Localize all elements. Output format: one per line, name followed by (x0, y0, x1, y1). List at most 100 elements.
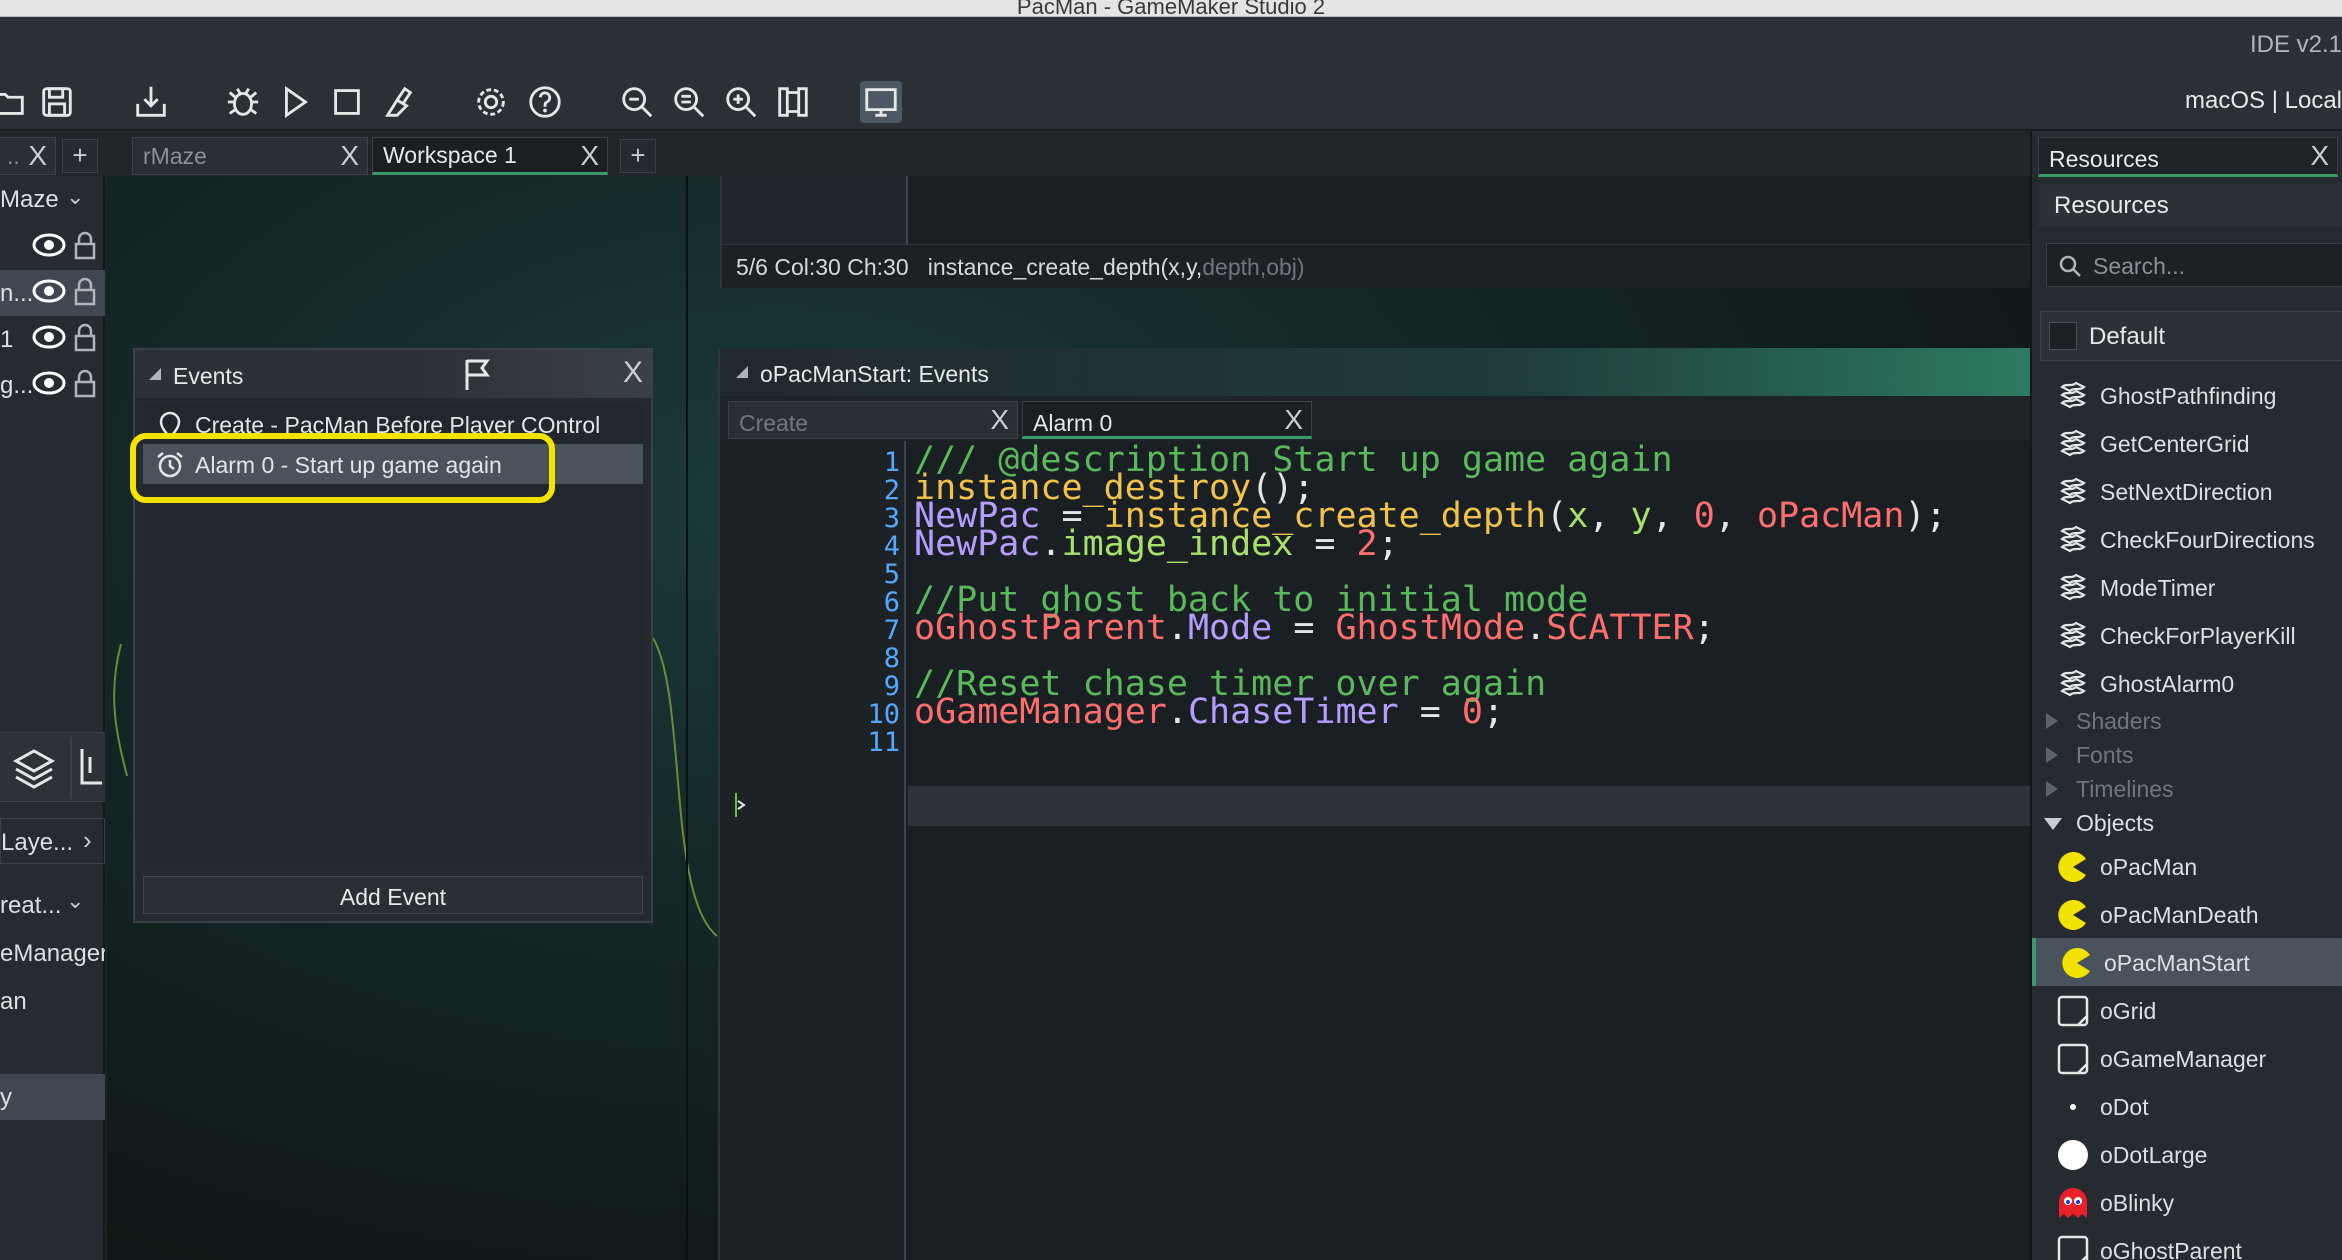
line-number: 11 (867, 727, 900, 758)
resource-object[interactable]: oPacMan (2032, 842, 2342, 890)
resource-script[interactable]: ModeTimer (2032, 563, 2342, 611)
zoom-reset-icon[interactable] (668, 81, 710, 123)
resource-label: ModeTimer (2100, 575, 2216, 601)
tab-create[interactable]: Create X (728, 401, 1018, 439)
tab-rmaze[interactable]: rMaze X (132, 137, 368, 175)
lock-icon[interactable] (74, 368, 96, 398)
close-icon[interactable]: X (623, 356, 643, 390)
layer-row[interactable]: 1 (0, 316, 105, 362)
monitor-icon[interactable] (860, 81, 902, 123)
clean-icon[interactable] (378, 81, 420, 123)
resource-folder[interactable]: Fonts (2032, 738, 2342, 772)
run-icon[interactable] (274, 81, 316, 123)
chevron-down-icon: ⌄ (66, 888, 85, 913)
layers-icon[interactable] (10, 745, 58, 793)
expand-icon[interactable] (2046, 713, 2058, 729)
tab-alarm-0[interactable]: Alarm 0X (1022, 401, 1312, 439)
resource-folder-objects[interactable]: Objects (2032, 806, 2342, 840)
resource-script[interactable]: CheckForPlayerKill (2032, 611, 2342, 659)
create-dropdown[interactable]: reat... ⌄ (0, 882, 105, 928)
target-platform-label[interactable]: macOS | Local (2185, 87, 2342, 115)
open-icon[interactable] (0, 81, 30, 123)
code-line[interactable]: oGameManager.ChaseTimer = 0; (914, 691, 1504, 733)
stop-icon[interactable] (326, 81, 368, 123)
resource-object[interactable]: oBlinky (2032, 1178, 2342, 1226)
zoom-in-icon[interactable] (720, 81, 762, 123)
code-line[interactable]: oGhostParent.Mode = GhostMode.SCATTER; (914, 607, 1715, 649)
instance-row[interactable]: eManager (0, 930, 105, 976)
object-outline-icon (2056, 1234, 2090, 1260)
tab-workspace-1[interactable]: Workspace 1X (372, 137, 608, 175)
add-workspace-button[interactable]: + (620, 139, 656, 173)
eye-icon[interactable] (32, 278, 66, 304)
collapse-icon[interactable] (149, 368, 161, 380)
close-icon[interactable]: X (340, 140, 359, 172)
path-layer-icon[interactable] (78, 747, 104, 787)
close-icon[interactable]: X (580, 140, 599, 172)
lock-icon[interactable] (74, 322, 96, 352)
resource-script[interactable]: CheckFourDirections (2032, 515, 2342, 563)
close-icon[interactable]: X (990, 404, 1009, 436)
add-layer-button[interactable]: Laye... › (0, 818, 105, 864)
ide-version-label: IDE v2.1 (2249, 31, 2342, 58)
line-number: 5 (883, 559, 900, 590)
resource-script[interactable]: GhostAlarm0 (2032, 659, 2342, 707)
settings-icon[interactable] (470, 81, 512, 123)
ghost-icon (2056, 1186, 2090, 1220)
resource-script[interactable]: GhostPathfinding (2032, 371, 2342, 419)
resource-object[interactable]: oGhostParent (2032, 1226, 2342, 1260)
instance-row[interactable]: y (0, 1074, 105, 1120)
code-line[interactable]: NewPac.image_index = 2; (914, 523, 1399, 565)
resource-object[interactable]: oPacManDeath (2032, 890, 2342, 938)
tab-resources[interactable]: Resources X (2038, 137, 2338, 177)
resource-object[interactable]: oPacManStart (2032, 938, 2342, 986)
layers-header[interactable]: Maze ⌄ (0, 176, 105, 222)
add-event-button[interactable]: Add Event (143, 876, 643, 914)
events-window-header[interactable]: Events X (135, 350, 651, 398)
resource-script[interactable]: SetNextDirection (2032, 467, 2342, 515)
layer-row[interactable]: n... (0, 270, 105, 316)
code-token: 2 (1356, 524, 1378, 564)
debug-icon[interactable] (222, 81, 264, 123)
resource-label: oPacMan (2100, 854, 2198, 880)
layer-row[interactable]: g... (0, 362, 105, 408)
tab-partial[interactable]: .. X (0, 137, 56, 175)
code-token: . (1166, 608, 1188, 648)
gamepad-icon[interactable] (772, 81, 814, 123)
add-tab-button[interactable]: + (62, 139, 98, 173)
instance-row[interactable]: an (0, 978, 105, 1024)
layer-tools (0, 732, 105, 802)
flag-icon[interactable] (461, 356, 495, 392)
close-icon[interactable]: X (2310, 140, 2329, 172)
resource-object[interactable]: oDot (2032, 1082, 2342, 1130)
resource-object[interactable]: oGameManager (2032, 1034, 2342, 1082)
resource-object[interactable]: oDotLarge (2032, 1130, 2342, 1178)
zoom-out-icon[interactable] (616, 81, 658, 123)
code-area[interactable]: 1/// @description Start up game again 2 in… (720, 440, 2032, 1260)
eye-icon[interactable] (32, 232, 66, 258)
help-icon[interactable] (524, 81, 566, 123)
collapse-icon[interactable] (736, 366, 748, 378)
eye-icon[interactable] (32, 370, 66, 396)
resource-folder[interactable]: Shaders (2032, 704, 2342, 738)
lock-icon[interactable] (74, 230, 96, 260)
layer-row[interactable] (0, 224, 105, 270)
group-toggle-icon[interactable] (2049, 322, 2077, 350)
resource-object[interactable]: oGrid (2032, 986, 2342, 1034)
save-icon[interactable] (36, 81, 78, 123)
editor-status-line: 5/6 Col:30 Ch:30 instance_create_depth(x… (722, 244, 2032, 286)
close-icon[interactable]: X (1284, 404, 1303, 436)
editor-header[interactable]: oPacManStart: Events (720, 348, 2032, 396)
close-icon[interactable]: X (28, 140, 47, 172)
expand-icon[interactable] (2046, 747, 2058, 763)
resource-script[interactable]: GetCenterGrid (2032, 419, 2342, 467)
lock-icon[interactable] (74, 276, 96, 306)
export-icon[interactable] (130, 81, 172, 123)
resource-folder[interactable]: Timelines (2032, 772, 2342, 806)
eye-icon[interactable] (32, 324, 66, 350)
collapse-icon[interactable] (2044, 818, 2062, 830)
resources-search-input[interactable]: Search... (2046, 243, 2342, 287)
resource-group-default[interactable]: Default (2040, 311, 2342, 361)
code-token: , (1714, 496, 1757, 536)
expand-icon[interactable] (2046, 781, 2058, 797)
